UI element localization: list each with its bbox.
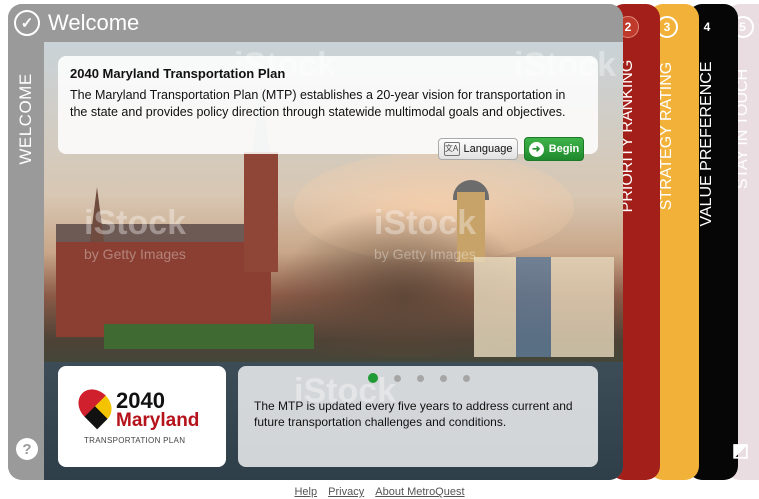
carousel-dot[interactable] (440, 374, 447, 382)
title-bar: ✓ Welcome (8, 4, 623, 42)
help-link[interactable]: Help (294, 486, 317, 498)
carousel-dot[interactable] (417, 374, 424, 382)
begin-button[interactable]: ➜ Begin (524, 137, 584, 161)
rail-label: WELCOME (16, 73, 35, 165)
about-link[interactable]: About MetroQuest (375, 486, 464, 498)
watermark: iStock (374, 204, 477, 242)
tab-number-badge: 4 (703, 20, 711, 34)
intro-title: 2040 Maryland Transportation Plan (70, 66, 286, 81)
metroquest-icon: ◩ (732, 440, 750, 460)
carousel-text: The MTP is updated every five years to a… (254, 399, 573, 429)
logo-subtitle: TRANSPORTATION PLAN (84, 436, 186, 445)
tab-label: STRATEGY RATING (658, 61, 675, 211)
privacy-link[interactable]: Privacy (328, 486, 364, 498)
mtp-logo: 2040 Maryland TRANSPORTATION PLAN (58, 366, 226, 467)
help-icon[interactable]: ? (16, 438, 38, 460)
watermark-sub: by Getty Images (84, 246, 186, 262)
carousel-dot[interactable] (463, 374, 470, 382)
left-rail: WELCOME ? (8, 42, 44, 480)
language-button[interactable]: 文A Language (438, 138, 518, 160)
tab-label: VALUE PREFERENCE (698, 61, 715, 227)
begin-label: Begin (548, 143, 580, 155)
footer: Help Privacy About MetroQuest (0, 486, 759, 498)
watermark-sub: by Getty Images (374, 246, 476, 262)
arrow-right-icon: ➜ (528, 141, 544, 157)
page-title: Welcome (48, 10, 140, 35)
carousel-dot[interactable] (368, 373, 378, 383)
info-carousel: The MTP is updated every five years to a… (238, 366, 598, 467)
carousel-dot[interactable] (394, 374, 401, 382)
carousel-dots (368, 373, 470, 383)
language-label: Language (463, 143, 513, 155)
logo-state: Maryland (116, 410, 200, 431)
watermark: iStock (84, 204, 187, 242)
checkmark-icon: ✓ (14, 10, 40, 36)
maryland-flag-icon (71, 382, 119, 430)
language-icon: 文A (443, 142, 460, 156)
intro-body: The Maryland Transportation Plan (MTP) e… (70, 88, 566, 119)
